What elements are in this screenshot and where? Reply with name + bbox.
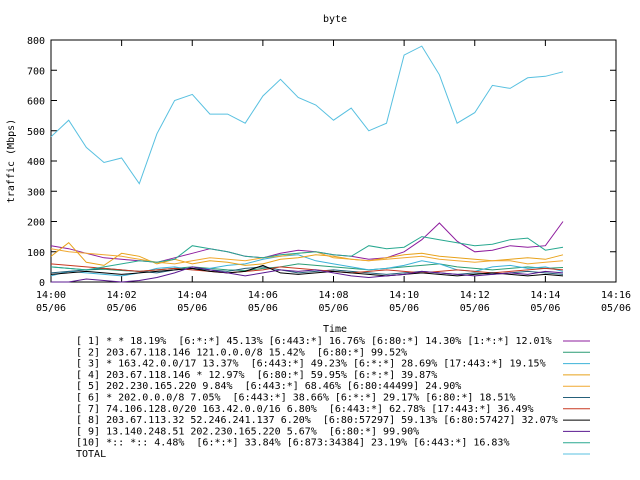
x-tick-date-label: 05/06 <box>601 303 631 314</box>
y-tick-label: 0 <box>39 278 45 289</box>
x-axis-label: Time <box>323 324 347 335</box>
x-tick-time-label: 14:04 <box>177 290 207 301</box>
x-tick-date-label: 05/06 <box>107 303 137 314</box>
y-tick-label: 800 <box>27 36 45 47</box>
x-tick-time-label: 14:10 <box>389 290 419 301</box>
legend-label: [ 2] 203.67.118.146 121.0.0.0/8 15.42% [… <box>76 347 407 358</box>
y-tick-label: 500 <box>27 127 45 138</box>
x-tick-date-label: 05/06 <box>530 303 560 314</box>
legend-label: [ 7] 74.106.128.0/20 163.42.0.0/16 6.80%… <box>76 404 534 415</box>
series-line-11 <box>50 45 564 185</box>
plot-frame <box>50 39 617 283</box>
y-tick-label: 100 <box>27 248 45 259</box>
series-line-4 <box>50 242 564 266</box>
legend: [ 1] * * 18.19% [6:*:*] 45.13% [6:443:*]… <box>76 336 590 460</box>
line-chart: byte traffic (Mbps) Time 0 100 200 300 400 50… <box>6 14 631 460</box>
x-tick-date-label: 05/06 <box>389 303 419 314</box>
legend-label: [ 9] 13.140.248.51 202.230.165.220 5.67%… <box>76 426 419 437</box>
chart-title: byte <box>323 14 347 25</box>
x-tick-date-label: 05/06 <box>460 303 490 314</box>
y-tick-label: 300 <box>27 187 45 198</box>
y-axis-label: traffic (Mbps) <box>6 119 17 203</box>
x-tick-time-label: 14:16 <box>601 290 631 301</box>
x-tick-date-label: 05/06 <box>177 303 207 314</box>
legend-label: [ 3] * 163.42.0.0/17 13.37% [6:443:*] 49… <box>76 359 546 370</box>
legend-label: [10] *:: *:: 4.48% [6:*:*] 33.84% [6:873… <box>76 438 509 449</box>
legend-label: [ 6] * 202.0.0.0/8 7.05% [6:443:*] 38.66… <box>76 393 516 404</box>
x-tick-time-label: 14:12 <box>460 290 490 301</box>
legend-label: [ 4] 203.67.118.146 * 12.97% [6:80:*] 59… <box>76 370 437 381</box>
x-tick-time-label: 14:08 <box>318 290 348 301</box>
series-lines <box>50 45 564 283</box>
x-tick-time-label: 14:00 <box>36 290 66 301</box>
x-tick-date-label: 05/06 <box>36 303 66 314</box>
x-tick-date-label: 05/06 <box>248 303 278 314</box>
y-tick-label: 700 <box>27 66 45 77</box>
x-tick-date-label: 05/06 <box>318 303 348 314</box>
legend-label: TOTAL <box>76 449 106 460</box>
y-tick-label: 600 <box>27 97 45 108</box>
y-tick-label: 400 <box>27 157 45 168</box>
legend-label: [ 8] 203.67.113.32 52.246.241.137 6.20% … <box>76 415 558 426</box>
legend-label: [ 1] * * 18.19% [6:*:*] 45.13% [6:443:*]… <box>76 336 552 347</box>
x-tick-time-label: 14:02 <box>107 290 137 301</box>
x-tick-time-label: 14:14 <box>530 290 560 301</box>
legend-label: [ 5] 202.230.165.220 9.84% [6:443:*] 68.… <box>76 381 461 392</box>
x-tick-time-label: 14:06 <box>248 290 278 301</box>
y-tick-label: 200 <box>27 218 45 229</box>
